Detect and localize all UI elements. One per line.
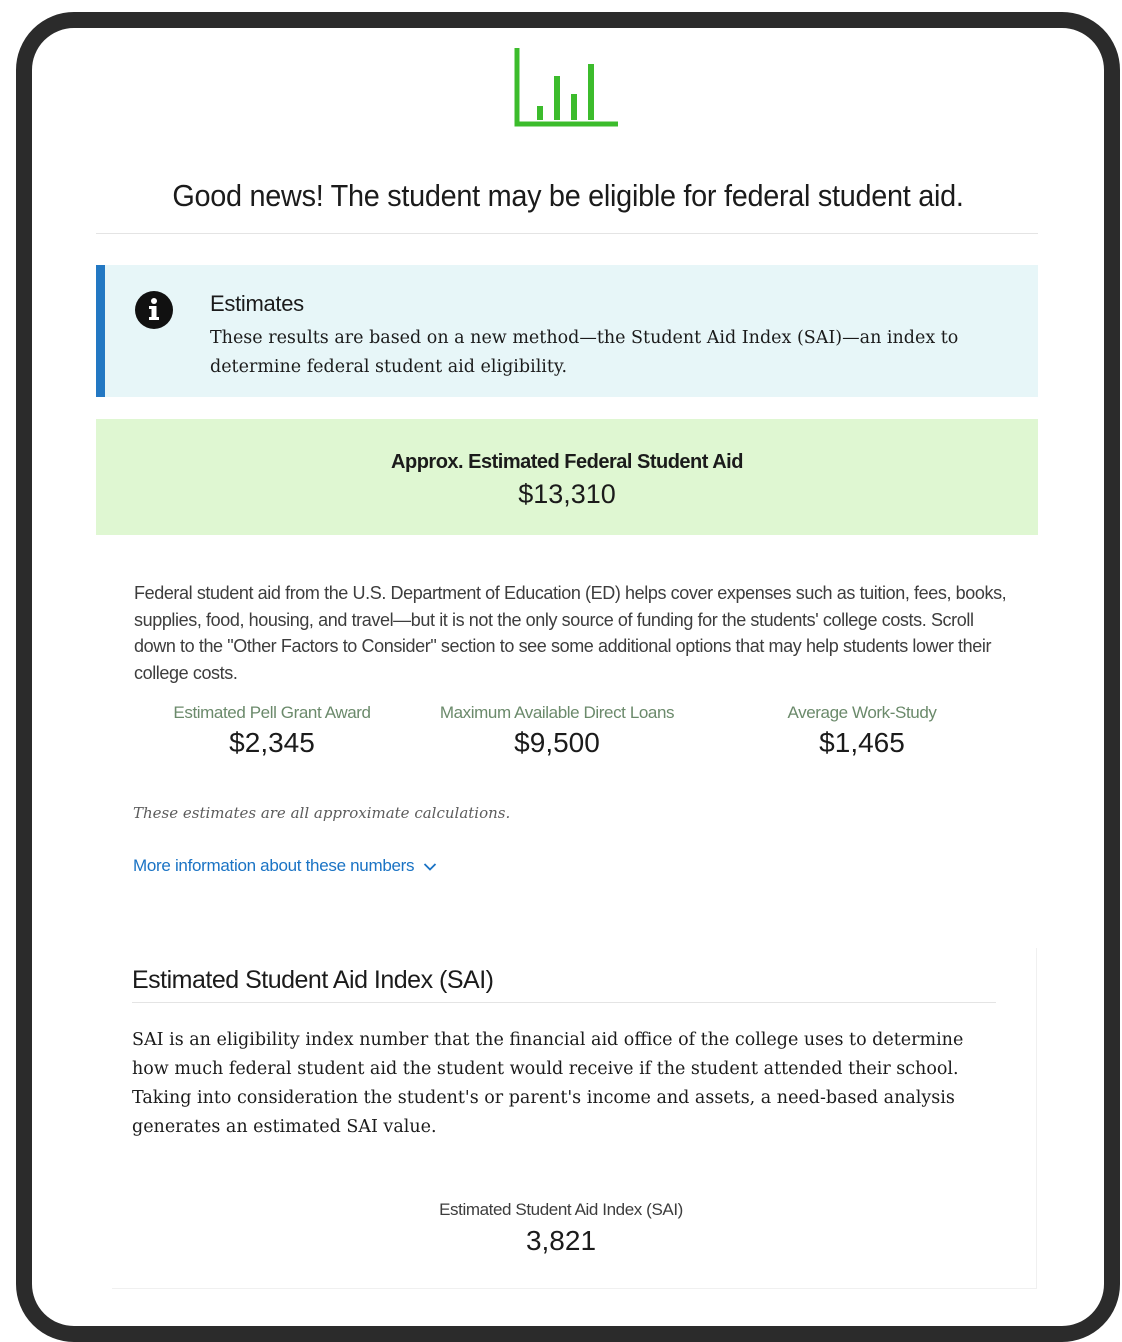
- info-icon: [135, 291, 173, 329]
- aid-summary-box: Approx. Estimated Federal Student Aid $1…: [96, 419, 1038, 535]
- sai-description: SAI is an eligibility index number that …: [132, 1030, 964, 1137]
- summary-value: $13,310: [518, 479, 616, 509]
- stat-pell-grant: Estimated Pell Grant Award $2,345: [167, 703, 377, 759]
- sai-heading: Estimated Student Aid Index (SAI): [132, 966, 494, 994]
- sai-label: Estimated Student Aid Index (SAI): [439, 1200, 683, 1219]
- stat-direct-loans: Maximum Available Direct Loans $9,500: [432, 703, 682, 759]
- estimates-alert: Estimates These results are based on a n…: [96, 265, 1038, 397]
- device-frame: Good news! The student may be eligible f…: [16, 12, 1120, 1342]
- divider: [96, 233, 1038, 234]
- stat-work-study: Average Work-Study $1,465: [772, 703, 952, 759]
- bar-chart-icon: [514, 48, 618, 127]
- stat-value: $1,465: [819, 727, 905, 758]
- chevron-down-icon: [423, 862, 436, 871]
- stat-value: $2,345: [229, 727, 315, 758]
- stat-value: $9,500: [514, 727, 600, 758]
- divider: [132, 1002, 996, 1003]
- alert-body: These results are based on a new method—…: [210, 328, 959, 377]
- more-info-link[interactable]: More information about these numbers: [133, 856, 437, 876]
- aid-description: Federal student aid from the U.S. Depart…: [134, 583, 1007, 683]
- results-screen: Good news! The student may be eligible f…: [32, 28, 1104, 1326]
- estimates-note: These estimates are all approximate calc…: [133, 804, 511, 822]
- alert-title: Estimates: [210, 291, 304, 316]
- sai-value: 3,821: [525, 1225, 597, 1256]
- stat-label: Estimated Pell Grant Award: [173, 703, 371, 722]
- stat-label: Maximum Available Direct Loans: [439, 703, 675, 722]
- page-headline: Good news! The student may be eligible f…: [172, 178, 964, 213]
- stat-label: Average Work-Study: [787, 703, 937, 722]
- more-info-label: More information about these numbers: [133, 856, 415, 875]
- summary-label: Approx. Estimated Federal Student Aid: [391, 451, 743, 473]
